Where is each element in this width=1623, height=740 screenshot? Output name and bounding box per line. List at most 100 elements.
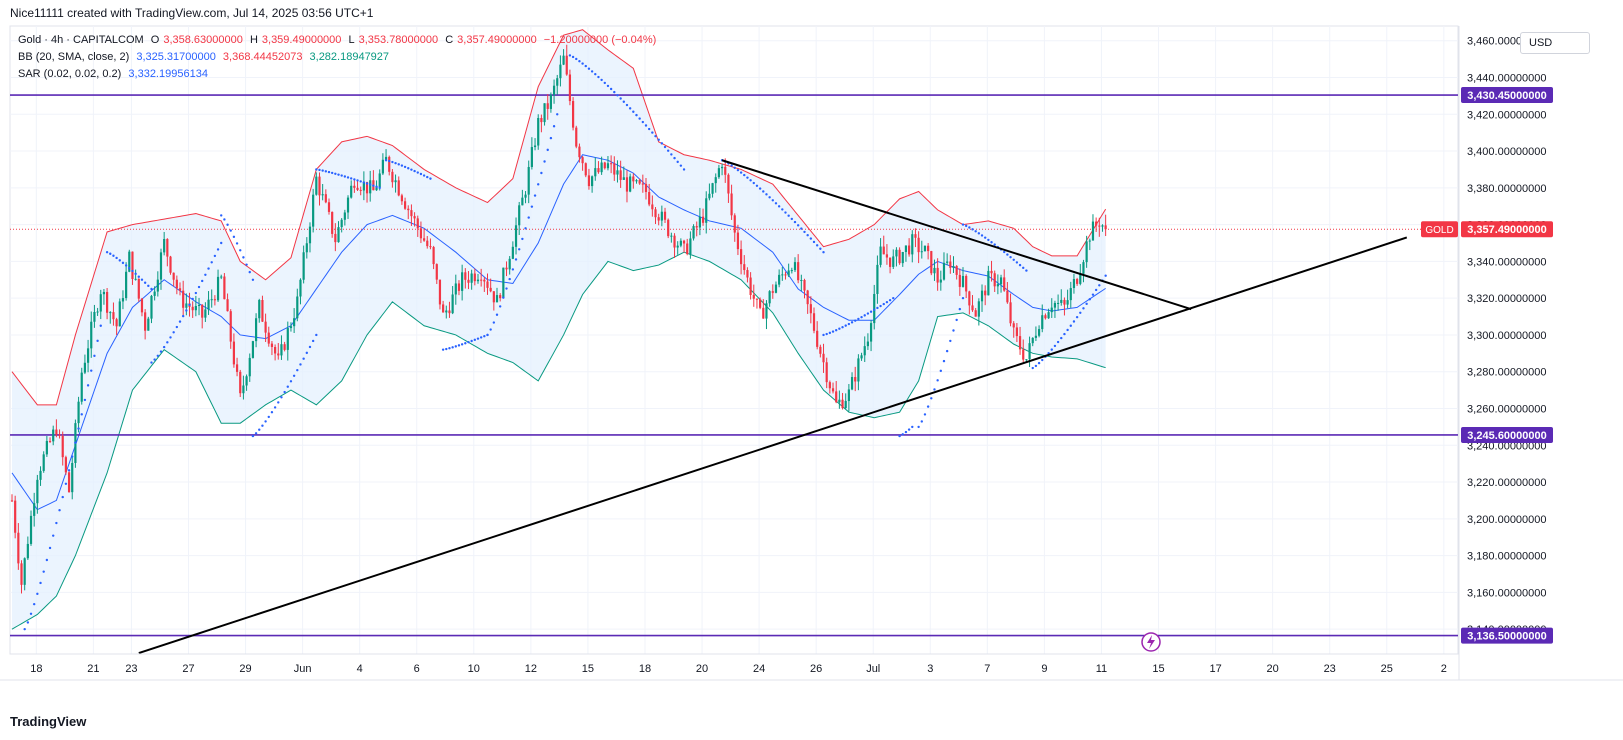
candle-body	[318, 176, 321, 196]
candle-body	[245, 376, 248, 386]
sar-dot	[1075, 315, 1079, 319]
chart-canvas[interactable]: 3,140.000000003,160.000000003,180.000000…	[0, 0, 1623, 740]
candle-body	[1006, 290, 1009, 303]
candle-body	[651, 204, 654, 210]
candle-body	[822, 353, 825, 363]
candle-body	[784, 274, 787, 276]
currency-button[interactable]: USD	[1520, 32, 1590, 54]
sar-dot	[29, 612, 33, 615]
sar-dot	[166, 341, 169, 344]
sar-dot	[460, 343, 464, 346]
sar-dot	[1082, 307, 1085, 310]
sar-dot	[762, 190, 765, 193]
candle-body	[280, 344, 283, 356]
candle-body	[1085, 241, 1088, 263]
sar-dot	[524, 227, 527, 230]
candle-body	[492, 291, 495, 303]
sar-dot	[334, 172, 337, 175]
sar-dot	[600, 78, 603, 82]
sar-dot	[540, 171, 543, 175]
bb-legend-label[interactable]: BB (20, SMA, close, 2)	[18, 51, 129, 63]
candle-body	[686, 243, 689, 254]
candle-body	[397, 180, 400, 196]
candle-body	[996, 284, 999, 287]
sar-dot	[584, 64, 587, 68]
candle-body	[711, 183, 714, 194]
candle-body	[194, 306, 197, 311]
level-price-label: 3,136.50000000	[1467, 631, 1547, 643]
candle-body	[961, 275, 965, 287]
sar-dot	[606, 84, 610, 88]
sar-dot	[185, 309, 188, 312]
sar-dot	[568, 54, 572, 57]
candle-body	[1025, 359, 1028, 361]
candle-body	[86, 348, 90, 363]
sar-dot	[882, 302, 885, 306]
sar-dot	[441, 348, 445, 351]
sar-dot	[898, 434, 901, 438]
sar-dot	[746, 176, 749, 179]
sar-dot	[299, 363, 302, 366]
sar-dot	[324, 170, 328, 173]
sar-dot	[353, 178, 356, 181]
sar-dot	[533, 194, 537, 197]
sar-dot	[904, 430, 908, 434]
sar-dot	[1091, 293, 1095, 296]
candle-body	[949, 261, 952, 268]
candle-body	[514, 225, 518, 247]
candle-body	[1057, 302, 1060, 304]
sar-dot	[949, 339, 952, 343]
sar-dot	[628, 107, 632, 110]
candle-body	[137, 278, 140, 299]
sar-dot	[207, 267, 210, 270]
sar-dot	[242, 256, 245, 259]
sar-dot	[1015, 261, 1019, 264]
candle-body	[1098, 225, 1101, 227]
candle-body	[933, 267, 936, 274]
sar-legend-label[interactable]: SAR (0.02, 0.02, 0.2)	[18, 68, 121, 80]
candle-body	[594, 168, 597, 177]
candle-body	[17, 532, 20, 564]
sar-dot	[188, 303, 191, 306]
candle-body	[277, 353, 280, 356]
candle-body	[264, 321, 267, 333]
candle-body	[603, 162, 606, 169]
candle-body	[616, 170, 619, 175]
sar-dot	[311, 339, 315, 343]
sar-dot	[349, 177, 353, 180]
sar-dot	[413, 169, 416, 173]
sar-dot	[993, 243, 996, 246]
sar-dot	[758, 187, 762, 190]
sar-dot	[162, 345, 166, 349]
sar-dot	[863, 314, 866, 317]
sar-dot	[1018, 263, 1022, 267]
sar-dot	[204, 273, 207, 277]
sar-dot	[77, 427, 80, 430]
sar-dot	[96, 339, 99, 343]
candle-body	[917, 237, 920, 253]
sar-dot	[150, 361, 153, 364]
sar-dot	[835, 328, 838, 332]
candle-body	[413, 216, 416, 219]
x-tick-label: 7	[984, 663, 990, 675]
legend-close-label: C	[445, 34, 454, 46]
legend-symbol[interactable]: Gold · 4h · CAPITALCOM	[18, 34, 144, 46]
sar-dot	[971, 228, 974, 231]
sar-dot	[90, 369, 93, 372]
candle-body	[762, 307, 765, 319]
candle-body	[990, 270, 993, 274]
candle-body	[353, 185, 356, 188]
candle-body	[77, 401, 80, 424]
candle-body	[724, 166, 727, 175]
candle-body	[660, 211, 663, 221]
candle-body	[714, 177, 717, 184]
candle-body	[527, 166, 530, 195]
candle-body	[965, 275, 968, 292]
candle-body	[331, 211, 334, 234]
sar-dot	[964, 224, 968, 228]
candle-body	[423, 238, 426, 241]
sar-dot	[619, 97, 622, 100]
candle-body	[670, 235, 673, 237]
candle-body	[337, 227, 340, 243]
x-tick-label: 20	[1267, 663, 1279, 675]
